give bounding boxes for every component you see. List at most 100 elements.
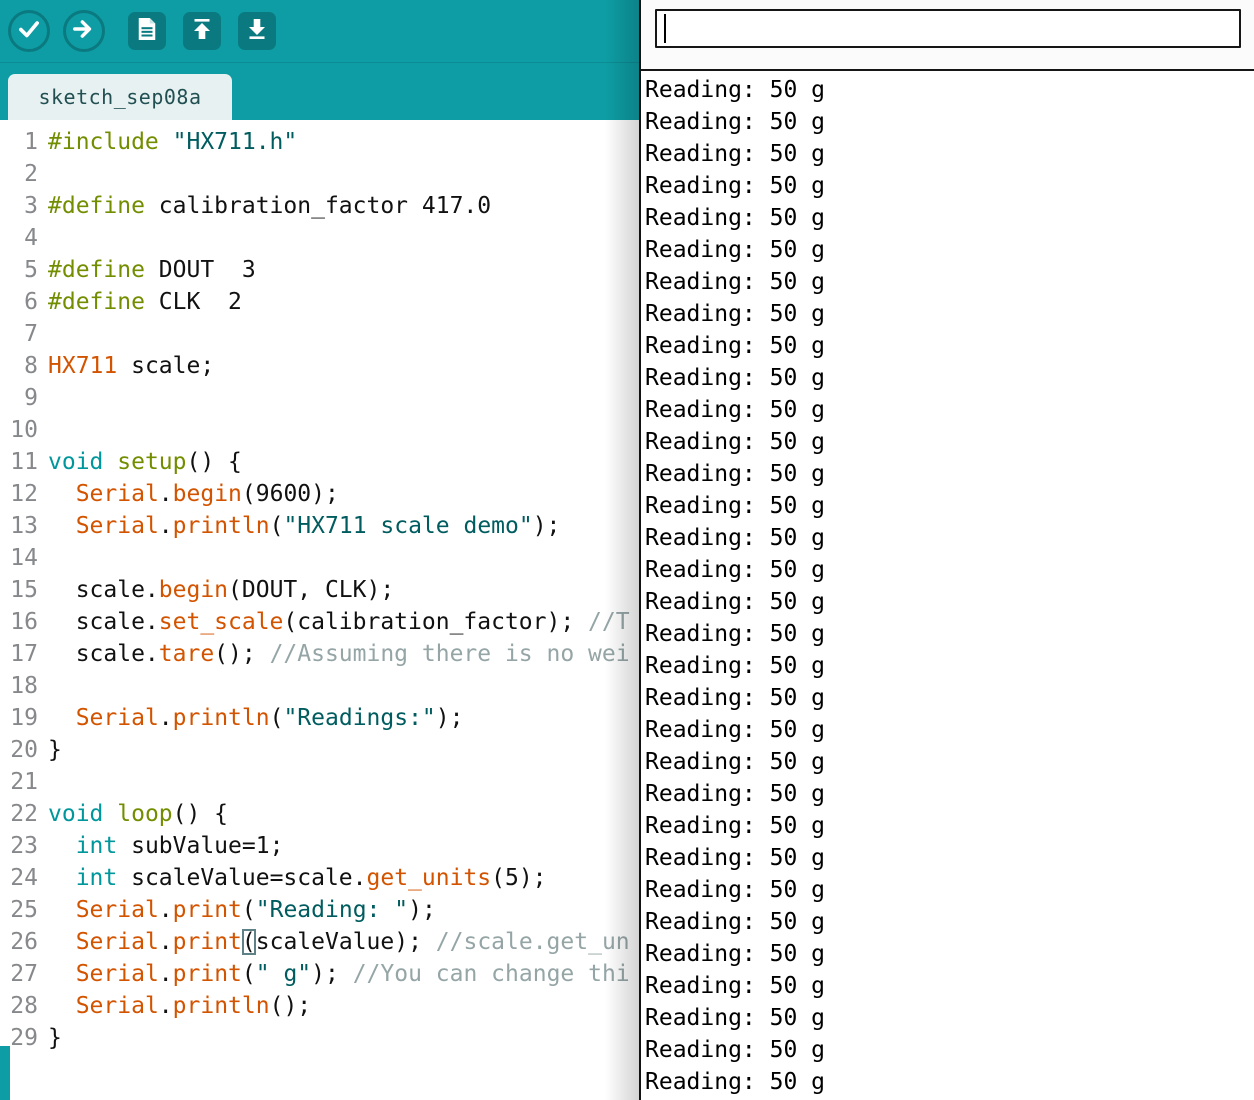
line-number: 24	[10, 865, 38, 891]
code-token: scale.	[48, 577, 159, 603]
code-token: scale.	[48, 641, 159, 667]
code-token: () {	[186, 449, 242, 475]
serial-line: Reading: 50 g	[645, 557, 826, 583]
serial-monitor-window: Reading: 50 g Reading: 50 g Reading: 50 g R…	[639, 0, 1254, 1100]
code-token: #define	[48, 193, 159, 219]
serial-line: Reading: 50 g	[645, 1037, 826, 1063]
code-line: 24 int scaleValue=scale.get_units(5);	[0, 862, 641, 894]
code-token: }	[48, 1025, 62, 1051]
arrow-right-icon	[71, 16, 97, 46]
code-token: Serial	[75, 897, 159, 923]
tab-label: sketch_sep08a	[38, 85, 202, 109]
serial-line: Reading: 50 g	[645, 493, 826, 519]
tab-sketch[interactable]: sketch_sep08a	[8, 74, 232, 120]
code-line: 5 #define DOUT 3	[0, 254, 641, 286]
code-line: 17 scale.tare(); //Assuming there is no …	[0, 638, 641, 670]
line-number: 26	[10, 929, 38, 955]
code-token: scale;	[117, 353, 215, 379]
code-token: //T	[588, 609, 630, 635]
code-line: 9	[0, 382, 641, 414]
code-token: (calibration_factor);	[283, 609, 589, 635]
code-token: CLK 2	[158, 289, 242, 315]
code-token: //scale.get_un	[435, 929, 630, 955]
line-number: 27	[10, 961, 38, 987]
serial-send-input[interactable]	[655, 9, 1241, 48]
serial-line: Reading: 50 g	[645, 941, 826, 967]
code-line: 2	[0, 158, 641, 190]
ide-window: sketch_sep08a 1 #include "HX711.h" 2 3 #defi…	[0, 0, 641, 1100]
code-token: ();	[214, 641, 270, 667]
line-number: 8	[24, 353, 38, 379]
code-token: scaleValue=scale.	[117, 865, 367, 891]
code-line: 18	[0, 670, 641, 702]
code-token: tare	[158, 641, 215, 667]
code-token: int	[75, 833, 118, 859]
open-button[interactable]	[183, 12, 221, 50]
serial-line: Reading: 50 g	[645, 685, 826, 711]
code-line: 15 scale.begin(DOUT, CLK);	[0, 574, 641, 606]
ide-window-edge	[0, 1046, 10, 1100]
serial-line: Reading: 50 g	[645, 877, 826, 903]
code-token: void	[48, 449, 118, 475]
new-sketch-button[interactable]	[128, 12, 166, 50]
arrow-down-icon	[245, 17, 269, 45]
serial-line: Reading: 50 g	[645, 749, 826, 775]
code-token: .	[158, 705, 173, 731]
line-number: 16	[10, 609, 38, 635]
serial-line: Reading: 50 g	[645, 77, 826, 103]
code-token: Serial	[75, 481, 159, 507]
code-token: (	[241, 897, 256, 923]
code-token: );	[408, 897, 436, 923]
line-number: 25	[10, 897, 38, 923]
code-token: setup	[117, 449, 187, 475]
serial-line: Reading: 50 g	[645, 141, 826, 167]
ide-toolbar	[0, 0, 641, 62]
line-number: 15	[10, 577, 38, 603]
upload-button[interactable]	[63, 10, 105, 52]
code-line: 21	[0, 766, 641, 798]
code-token: begin	[158, 577, 229, 603]
serial-line: Reading: 50 g	[645, 1005, 826, 1031]
code-token: .	[158, 897, 173, 923]
serial-output[interactable]: Reading: 50 g Reading: 50 g Reading: 50 g R…	[641, 71, 1254, 1098]
line-number: 28	[10, 993, 38, 1019]
serial-line: Reading: 50 g	[645, 845, 826, 871]
serial-line: Reading: 50 g	[645, 1069, 826, 1095]
code-token: (	[241, 929, 256, 955]
code-token: );	[532, 513, 561, 539]
serial-line: Reading: 50 g	[645, 653, 826, 679]
verify-button[interactable]	[8, 10, 50, 52]
code-line: 20}	[0, 734, 641, 766]
serial-input-bar	[641, 0, 1254, 71]
code-line: 6 #define CLK 2	[0, 286, 641, 318]
serial-line: Reading: 50 g	[645, 589, 826, 615]
code-token: .	[158, 513, 173, 539]
line-number: 11	[10, 449, 38, 475]
arrow-up-icon	[190, 17, 214, 45]
code-token: print	[172, 929, 242, 955]
code-token: DOUT 3	[158, 257, 256, 283]
code-line: 4	[0, 222, 641, 254]
code-token: () {	[172, 801, 229, 827]
code-token: scaleValue);	[255, 929, 436, 955]
code-editor[interactable]: 1 #include "HX711.h" 2 3 #define calibration…	[0, 120, 641, 1100]
line-number: 4	[24, 225, 38, 251]
code-token: );	[435, 705, 464, 731]
code-token: Serial	[75, 993, 159, 1019]
code-token: (9600);	[241, 481, 339, 507]
line-number: 22	[10, 801, 38, 827]
code-token: calibration_factor 417.0	[158, 193, 492, 219]
save-button[interactable]	[238, 12, 276, 50]
serial-line: Reading: 50 g	[645, 397, 826, 423]
code-token: println	[172, 993, 270, 1019]
code-token: //Assuming there is no wei	[269, 641, 630, 667]
serial-line: Reading: 50 g	[645, 525, 826, 551]
line-number: 13	[10, 513, 38, 539]
code-line: 28 Serial.println();	[0, 990, 641, 1022]
code-line: 22 void loop() {	[0, 798, 641, 830]
code-token: Serial	[75, 929, 159, 955]
screen: sketch_sep08a 1 #include "HX711.h" 2 3 #defi…	[0, 0, 1254, 1100]
